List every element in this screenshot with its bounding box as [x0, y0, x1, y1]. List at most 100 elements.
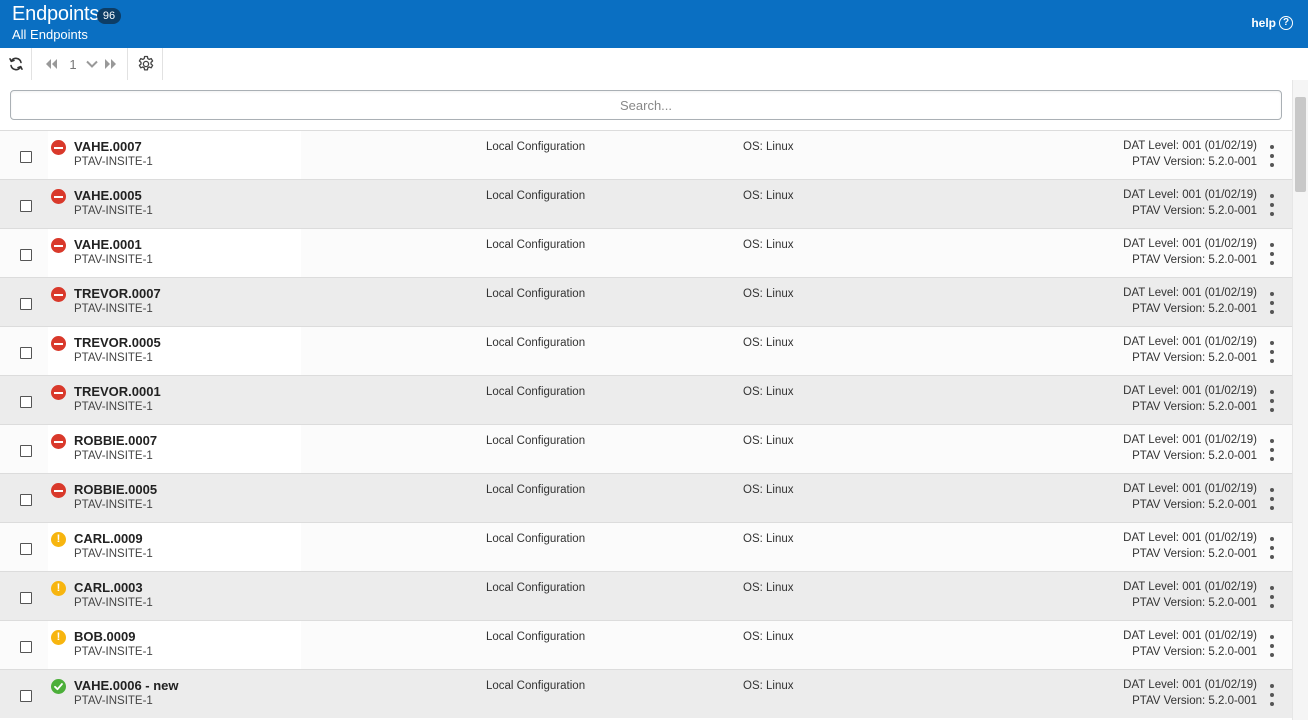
endpoint-dat-level: DAT Level: 001 (01/02/19) — [1123, 385, 1257, 397]
endpoint-row[interactable]: TREVOR.0001 PTAV-INSITE-1 Local Configurat… — [0, 375, 1292, 424]
more-dot — [1270, 604, 1274, 608]
row-menu-button[interactable] — [1264, 437, 1280, 463]
settings-button[interactable] — [129, 48, 163, 80]
endpoint-host: PTAV-INSITE-1 — [74, 254, 153, 266]
endpoint-version: PTAV Version: 5.2.0-001 — [1132, 205, 1257, 217]
more-dot — [1270, 212, 1274, 216]
row-menu-button[interactable] — [1264, 486, 1280, 512]
endpoint-os: OS: Linux — [743, 533, 794, 545]
more-vertical-icon — [1270, 488, 1274, 492]
endpoint-name[interactable]: TREVOR.0005 — [74, 335, 161, 350]
endpoint-dat-level: DAT Level: 001 (01/02/19) — [1123, 336, 1257, 348]
endpoint-version: PTAV Version: 5.2.0-001 — [1132, 695, 1257, 707]
endpoint-os: OS: Linux — [743, 680, 794, 692]
endpoint-row[interactable]: ROBBIE.0007 PTAV-INSITE-1 Local Configurat… — [0, 424, 1292, 473]
endpoint-name[interactable]: VAHE.0001 — [74, 237, 142, 252]
endpoint-name[interactable]: ROBBIE.0007 — [74, 433, 157, 448]
row-menu-button[interactable] — [1264, 584, 1280, 610]
gear-icon — [138, 55, 153, 71]
row-menu-button[interactable] — [1264, 633, 1280, 659]
endpoint-row[interactable]: ! BOB.0009 PTAV-INSITE-1 Local Configuratio… — [0, 620, 1292, 669]
row-checkbox[interactable] — [20, 592, 32, 604]
row-menu-button[interactable] — [1264, 290, 1280, 316]
more-vertical-icon — [1270, 439, 1274, 443]
endpoint-os: OS: Linux — [743, 582, 794, 594]
endpoint-dat-level: DAT Level: 001 (01/02/19) — [1123, 140, 1257, 152]
endpoint-policy: Local Configuration — [486, 533, 586, 545]
error-minus-icon — [51, 189, 66, 204]
row-menu-button[interactable] — [1264, 241, 1280, 267]
endpoint-row[interactable]: VAHE.0006 - new PTAV-INSITE-1 Local Config… — [0, 669, 1292, 718]
endpoint-host: PTAV-INSITE-1 — [74, 450, 153, 462]
endpoint-name[interactable]: VAHE.0007 — [74, 139, 142, 154]
endpoint-row[interactable]: ! CARL.0003 PTAV-INSITE-1 Local Configurati… — [0, 571, 1292, 620]
row-menu-button[interactable] — [1264, 535, 1280, 561]
endpoint-version: PTAV Version: 5.2.0-001 — [1132, 646, 1257, 658]
endpoint-name[interactable]: VAHE.0005 — [74, 188, 142, 203]
row-checkbox[interactable] — [20, 298, 32, 310]
endpoint-dat-level: DAT Level: 001 (01/02/19) — [1123, 434, 1257, 446]
row-checkbox[interactable] — [20, 445, 32, 457]
page-select-dropdown[interactable] — [83, 48, 101, 80]
row-menu-button[interactable] — [1264, 339, 1280, 365]
scrollbar-thumb[interactable] — [1295, 97, 1306, 192]
endpoint-row[interactable]: ROBBIE.0005 PTAV-INSITE-1 Local Configurat… — [0, 473, 1292, 522]
endpoint-name[interactable]: CARL.0009 — [74, 531, 143, 546]
endpoint-host: PTAV-INSITE-1 — [74, 597, 153, 609]
row-checkbox[interactable] — [20, 543, 32, 555]
warning-exclamation-icon: ! — [51, 581, 66, 596]
row-menu-button[interactable] — [1264, 143, 1280, 169]
more-dot — [1270, 702, 1274, 706]
endpoint-version: PTAV Version: 5.2.0-001 — [1132, 548, 1257, 560]
endpoint-host: PTAV-INSITE-1 — [74, 352, 153, 364]
endpoint-os: OS: Linux — [743, 239, 794, 251]
endpoint-host: PTAV-INSITE-1 — [74, 205, 153, 217]
more-dot — [1270, 301, 1274, 305]
endpoint-name[interactable]: TREVOR.0001 — [74, 384, 161, 399]
row-checkbox[interactable] — [20, 347, 32, 359]
endpoint-row[interactable]: ! CARL.0009 PTAV-INSITE-1 Local Configurati… — [0, 522, 1292, 571]
endpoint-host: PTAV-INSITE-1 — [74, 695, 153, 707]
error-minus-icon — [51, 385, 66, 400]
help-link[interactable]: help ? — [1251, 16, 1293, 30]
more-vertical-icon — [1270, 194, 1274, 198]
endpoint-row[interactable]: VAHE.0005 PTAV-INSITE-1 Local Configuratio… — [0, 179, 1292, 228]
row-checkbox[interactable] — [20, 494, 32, 506]
more-dot — [1270, 693, 1274, 697]
endpoint-policy: Local Configuration — [486, 239, 586, 251]
endpoint-name[interactable]: BOB.0009 — [74, 629, 135, 644]
row-menu-button[interactable] — [1264, 682, 1280, 708]
row-checkbox[interactable] — [20, 200, 32, 212]
endpoint-os: OS: Linux — [743, 631, 794, 643]
endpoint-row[interactable]: VAHE.0007 PTAV-INSITE-1 Local Configuratio… — [0, 130, 1292, 179]
search-input[interactable] — [10, 90, 1282, 120]
more-dot — [1270, 506, 1274, 510]
endpoint-host: PTAV-INSITE-1 — [74, 499, 153, 511]
endpoint-policy: Local Configuration — [486, 190, 586, 202]
last-page-button[interactable] — [101, 48, 121, 80]
row-checkbox[interactable] — [20, 151, 32, 163]
endpoint-name[interactable]: CARL.0003 — [74, 580, 143, 595]
endpoint-host: PTAV-INSITE-1 — [74, 548, 153, 560]
endpoint-policy: Local Configuration — [486, 141, 586, 153]
row-menu-button[interactable] — [1264, 388, 1280, 414]
endpoint-name[interactable]: TREVOR.0007 — [74, 286, 161, 301]
row-checkbox[interactable] — [20, 249, 32, 261]
more-dot — [1270, 595, 1274, 599]
refresh-button[interactable] — [0, 48, 32, 80]
help-label: help — [1251, 16, 1276, 30]
row-menu-button[interactable] — [1264, 192, 1280, 218]
first-page-button[interactable] — [41, 48, 61, 80]
more-vertical-icon — [1270, 635, 1274, 639]
more-dot — [1270, 546, 1274, 550]
endpoint-name[interactable]: ROBBIE.0005 — [74, 482, 157, 497]
endpoint-row[interactable]: TREVOR.0007 PTAV-INSITE-1 Local Configurat… — [0, 277, 1292, 326]
more-dot — [1270, 399, 1274, 403]
endpoint-row[interactable]: TREVOR.0005 PTAV-INSITE-1 Local Configurat… — [0, 326, 1292, 375]
row-checkbox[interactable] — [20, 641, 32, 653]
row-checkbox[interactable] — [20, 396, 32, 408]
endpoint-row[interactable]: VAHE.0001 PTAV-INSITE-1 Local Configuratio… — [0, 228, 1292, 277]
endpoint-count-badge: 96 — [97, 8, 121, 24]
endpoint-name[interactable]: VAHE.0006 - new — [74, 678, 179, 693]
row-checkbox[interactable] — [20, 690, 32, 702]
